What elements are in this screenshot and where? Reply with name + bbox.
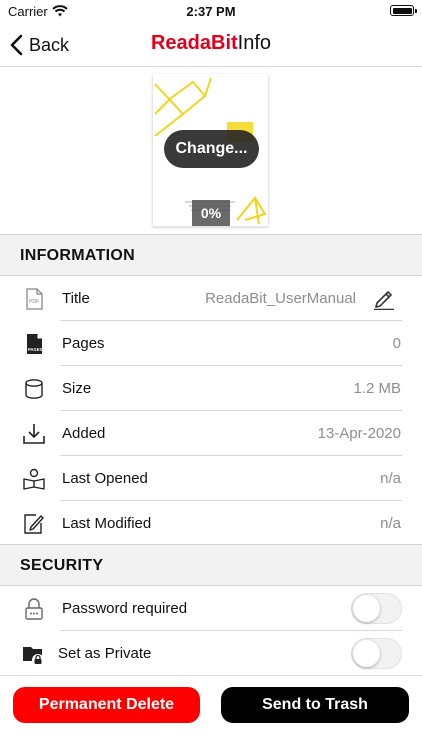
security-row-private: Set as Private <box>0 631 422 676</box>
info-row-pages: PAGES Pages 0 <box>0 321 422 366</box>
last-opened-value: n/a <box>380 470 401 487</box>
password-required-toggle[interactable] <box>351 593 402 624</box>
private-folder-icon <box>23 647 44 666</box>
change-cover-button[interactable]: Change... <box>164 130 259 168</box>
information-header: INFORMATION <box>0 234 422 276</box>
lock-icon <box>25 598 43 620</box>
action-bar: Permanent Delete Send to Trash <box>0 675 422 751</box>
size-value: 1.2 MB <box>353 380 401 397</box>
section-title: INFORMATION <box>20 247 135 264</box>
info-row-last-opened: Last Opened n/a <box>0 456 422 501</box>
toggle-knob <box>353 595 380 622</box>
added-value: 13-Apr-2020 <box>317 425 401 442</box>
reader-icon <box>23 468 45 490</box>
pages-icon: PAGES <box>27 334 43 354</box>
svg-text:PDF: PDF <box>29 299 39 305</box>
brand-name: ReadaBit <box>150 32 238 54</box>
status-time: 2:37 PM <box>186 4 236 19</box>
database-icon <box>25 379 43 399</box>
row-label: Last Opened <box>62 470 148 487</box>
row-label: Size <box>62 380 92 397</box>
pdf-file-icon: PDF <box>26 288 43 310</box>
pages-value: 0 <box>392 335 401 352</box>
title-suffix: Info <box>237 32 272 54</box>
toggle-knob <box>353 640 380 667</box>
svg-text:PAGES: PAGES <box>28 347 43 352</box>
navigation-bar: Back ReadaBitInfo <box>0 24 422 67</box>
security-row-password: Password required <box>0 586 422 631</box>
title-value: ReadaBit_UserManual <box>205 290 356 307</box>
page-title: ReadaBitInfo <box>0 32 422 55</box>
row-label: Set as Private <box>58 645 152 662</box>
row-label: Last Modified <box>62 515 152 532</box>
security-header: SECURITY <box>0 544 422 586</box>
row-label: Pages <box>62 335 105 352</box>
edit-title-pencil-icon[interactable] <box>372 286 396 310</box>
status-bar: Carrier 2:37 PM <box>0 0 422 24</box>
last-modified-value: n/a <box>380 515 401 532</box>
progress-badge: 0% <box>192 200 230 226</box>
info-row-last-modified: Last Modified n/a <box>0 501 422 546</box>
set-private-toggle[interactable] <box>351 638 402 669</box>
row-label: Title <box>62 290 90 307</box>
download-icon <box>23 424 45 444</box>
info-row-size: Size 1.2 MB <box>0 366 422 411</box>
edit-doc-icon <box>24 514 44 534</box>
cover-page-edge <box>155 226 266 228</box>
permanent-delete-button[interactable]: Permanent Delete <box>13 687 200 723</box>
row-label: Added <box>62 425 106 442</box>
info-row-added: Added 13-Apr-2020 <box>0 411 422 456</box>
info-row-title: PDF Title ReadaBit_UserManual <box>0 276 422 321</box>
send-to-trash-button[interactable]: Send to Trash <box>221 687 409 723</box>
battery-icon <box>390 5 417 16</box>
row-label: Password required <box>62 600 188 617</box>
section-title: SECURITY <box>20 557 104 574</box>
